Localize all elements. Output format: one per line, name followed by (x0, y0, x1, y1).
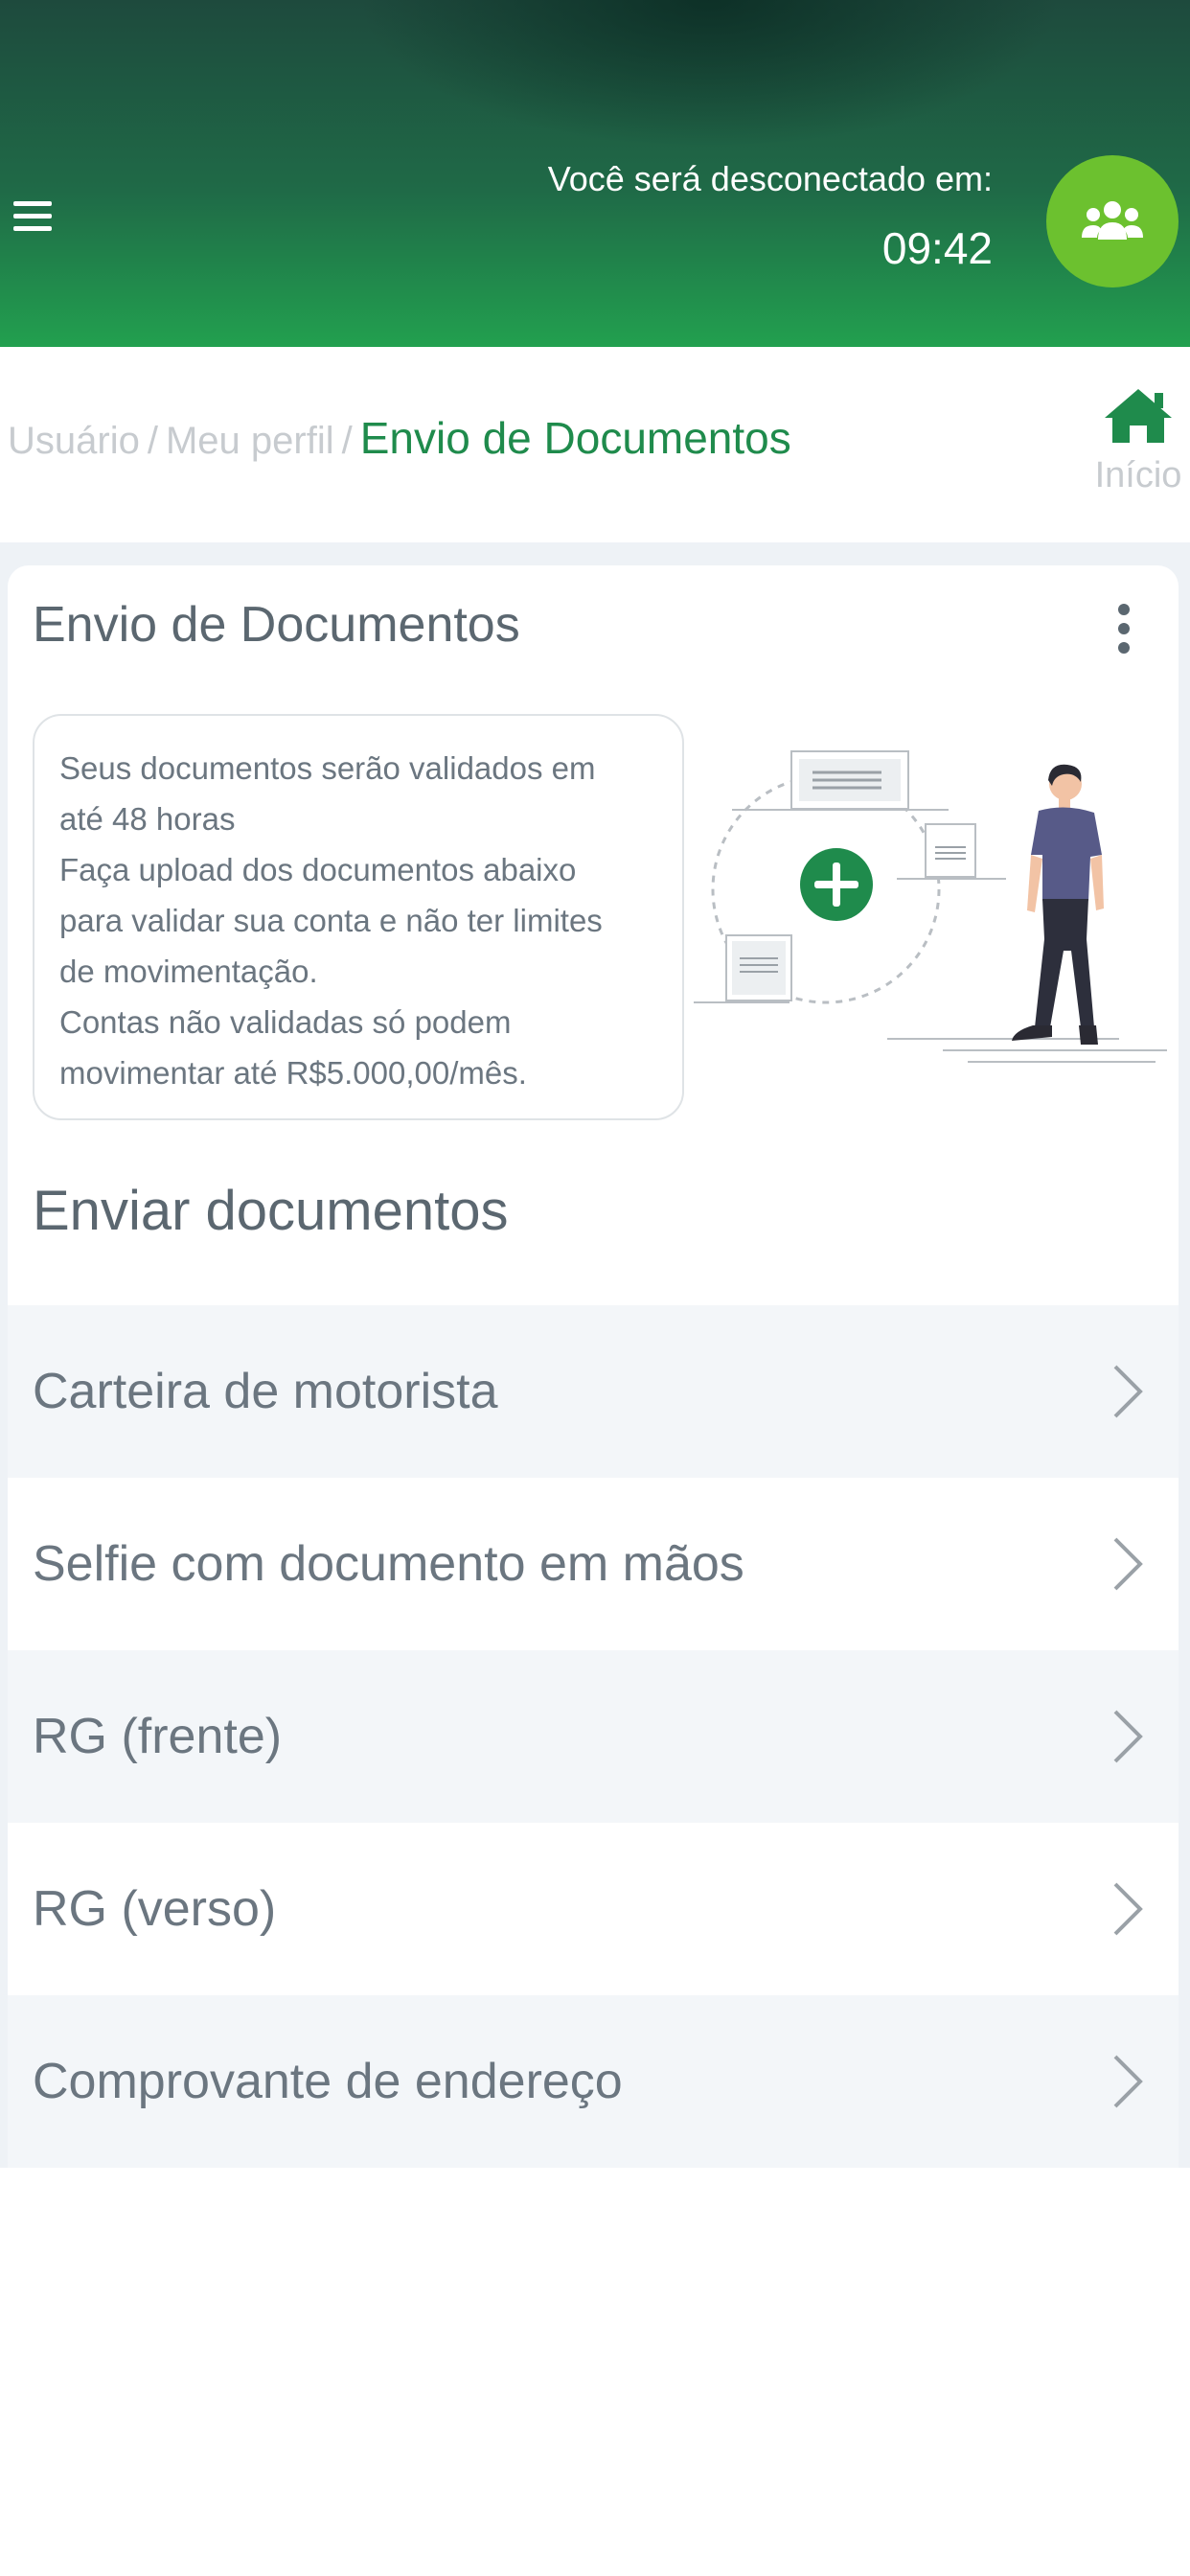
hamburger-menu-icon[interactable] (13, 201, 54, 232)
info-line: até 48 horas (59, 801, 236, 837)
info-line: de movimentação. (59, 954, 318, 989)
document-item-carteira-de-motorista[interactable]: Carteira de motorista (8, 1305, 1179, 1478)
card-title: Envio de Documentos (33, 597, 520, 653)
more-vertical-icon[interactable] (1110, 604, 1138, 657)
chevron-right-icon (1113, 1882, 1143, 1936)
breadcrumb-bar: Usuário / Meu perfil / Envio de Documentos I… (0, 347, 1190, 542)
home-icon (1105, 389, 1172, 443)
document-item-label: Comprovante de endereço (33, 2054, 623, 2109)
users-group-button[interactable] (1046, 155, 1179, 288)
document-item-rg-verso[interactable]: RG (verso) (8, 1823, 1179, 1995)
session-timeout-label: Você será desconectado em: (547, 159, 993, 198)
info-line: movimentar até R$5.000,00/mês. (59, 1055, 527, 1091)
breadcrumb-separator: / (147, 420, 158, 462)
breadcrumb-separator: / (341, 420, 353, 462)
home-button[interactable]: Início (1090, 385, 1186, 510)
document-item-label: RG (frente) (33, 1709, 283, 1764)
breadcrumb-item-usuario[interactable]: Usuário (8, 420, 140, 462)
document-list: Carteira de motorista Selfie com documen… (8, 1305, 1179, 2168)
info-line: para validar sua conta e não ter limites (59, 903, 603, 938)
upload-illustration (694, 750, 1167, 1063)
breadcrumb: Usuário / Meu perfil / Envio de Documentos (8, 412, 791, 464)
app-header: Você será desconectado em: 09:42 (0, 0, 1190, 347)
breadcrumb-item-meu-perfil[interactable]: Meu perfil (166, 420, 334, 462)
document-item-label: RG (verso) (33, 1881, 277, 1937)
info-line: Seus documentos serão validados em (59, 750, 596, 786)
section-title: Enviar documentos (33, 1180, 509, 1242)
document-item-label: Carteira de motorista (33, 1364, 498, 1419)
users-group-icon (1082, 201, 1143, 240)
chevron-right-icon (1113, 1537, 1143, 1591)
home-label: Início (1094, 455, 1182, 495)
document-item-comprovante-de-endereco[interactable]: Comprovante de endereço (8, 1995, 1179, 2168)
chevron-right-icon (1113, 1710, 1143, 1763)
document-upload-card: Envio de Documentos Seus documentos serã… (8, 565, 1179, 2168)
chevron-right-icon (1113, 2055, 1143, 2108)
chevron-right-icon (1113, 1365, 1143, 1418)
info-line: Contas não validadas só podem (59, 1004, 512, 1040)
info-box: Seus documentos serão validados em até 4… (33, 714, 684, 1120)
session-timeout-timer: 09:42 (881, 223, 993, 273)
info-line: Faça upload dos documentos abaixo (59, 852, 577, 887)
document-item-selfie[interactable]: Selfie com documento em mãos (8, 1478, 1179, 1650)
document-item-label: Selfie com documento em mãos (33, 1536, 744, 1592)
document-item-rg-frente[interactable]: RG (frente) (8, 1650, 1179, 1823)
breadcrumb-current: Envio de Documentos (359, 413, 791, 463)
